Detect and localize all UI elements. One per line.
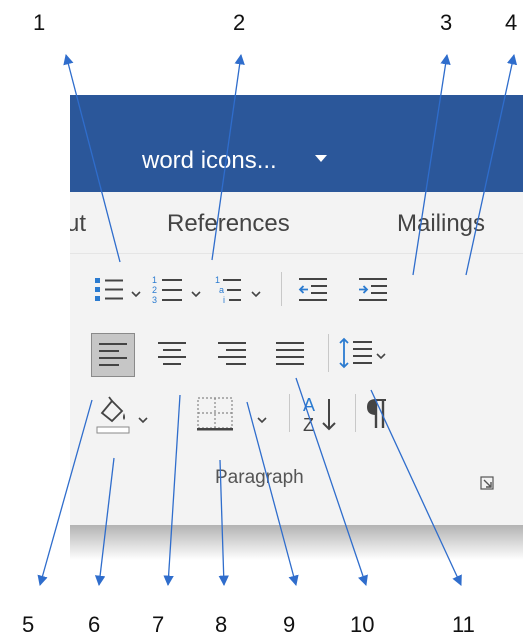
- arrow-1: [63, 53, 121, 263]
- arrow-4: [465, 53, 518, 276]
- arrow-7: [163, 394, 181, 587]
- arrow-9: [246, 401, 299, 587]
- arrow-10: [295, 377, 368, 586]
- arrow-2: [211, 53, 245, 261]
- annotation-arrows: [37, 53, 518, 587]
- arrow-3: [412, 53, 451, 276]
- arrow-8: [218, 459, 229, 587]
- arrow-6: [94, 457, 115, 587]
- arrow-11: [370, 389, 462, 586]
- arrow-5: [37, 399, 93, 587]
